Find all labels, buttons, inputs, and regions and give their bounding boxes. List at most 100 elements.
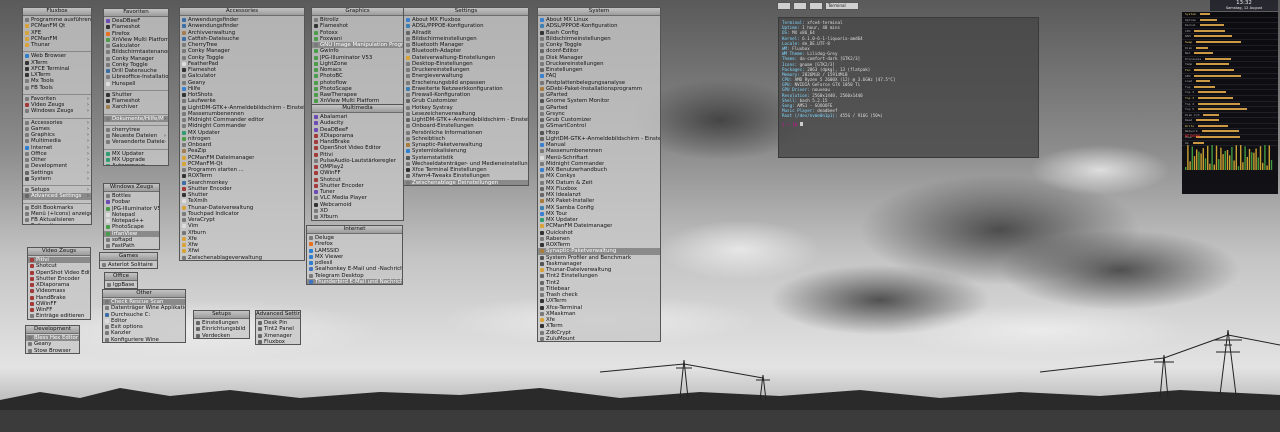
lock-icon	[540, 330, 544, 335]
network-graph-bar	[1202, 148, 1204, 170]
menu-item[interactable]: Exit options	[23, 223, 91, 224]
menu-item[interactable]: Konfiguriere Wine	[103, 337, 185, 342]
menu-item[interactable]: Zwischenablageverwaltung	[180, 255, 304, 260]
keyboard-icon	[106, 50, 110, 55]
conky-bar	[1196, 40, 1242, 43]
menu-item[interactable]: Asterlot Solitaire	[100, 262, 157, 268]
globe-icon	[25, 54, 29, 59]
network-graph-bar	[1264, 145, 1266, 170]
terminal-window[interactable]: Terminal: xfce4-terminal Uptime: 1 hour, …	[778, 17, 1039, 158]
menu-title[interactable]: Settings	[404, 8, 528, 16]
menu-title[interactable]: Windows Zeugs	[104, 184, 159, 192]
menu-item[interactable]: FastPath	[104, 243, 159, 249]
display-icon	[406, 36, 410, 41]
menu-item[interactable]: lgpBase	[105, 282, 137, 288]
games-icon	[102, 263, 106, 268]
menu-title[interactable]: Other	[103, 290, 185, 298]
network-graph-bar	[1198, 151, 1200, 170]
terminal-prompt-line[interactable]: [ ~ ]$	[779, 121, 1038, 127]
taskbar-item[interactable]	[777, 2, 791, 10]
conky-bar	[1199, 13, 1210, 15]
taskbar-item[interactable]	[809, 2, 823, 10]
image-icon	[314, 74, 318, 79]
image-icon	[314, 86, 318, 91]
graphics-icon	[314, 18, 318, 23]
image-icon	[314, 55, 318, 60]
network-graph-bar	[1242, 162, 1244, 170]
help-icon	[540, 168, 544, 173]
image-icon	[106, 231, 110, 236]
menu-item-label: Thunderbird E-Mail und Nachrichten	[315, 278, 402, 285]
menu-item[interactable]: Advanced Settings ›	[23, 193, 91, 200]
folder-icon	[25, 24, 29, 29]
menu-list: Deluge Firefox LAMSSID MX Viewer pdlesil Seal…	[307, 234, 402, 285]
menu-item[interactable]: Fluxbox	[256, 339, 300, 344]
update-icon	[106, 164, 110, 165]
menu-title[interactable]: Graphics	[312, 8, 403, 16]
menu-item-label: Advanced Settings	[31, 193, 82, 200]
printer-icon	[406, 68, 410, 73]
menu-item[interactable]: Zwischenablage Deinstellungen	[404, 179, 528, 186]
menu-item[interactable]: Veraenderte Dateien ›	[104, 139, 168, 145]
menu-window-advanced-settings: Advanced SettingsDesk PinTint2 PanelXmen…	[255, 310, 301, 345]
menu-item[interactable]: Dokumente/Hilfe/Manuals›	[104, 115, 168, 122]
menu-separator	[23, 182, 91, 186]
menu-title[interactable]: Favoriten	[104, 9, 168, 17]
system-icon	[540, 255, 544, 260]
network-graph-bar	[1259, 146, 1262, 170]
menu-item[interactable]: Verdecken	[194, 333, 249, 338]
menu-title[interactable]: Advanced Settings	[256, 311, 300, 319]
network-graph-bar	[1185, 167, 1187, 170]
menu-title[interactable]: Setups	[194, 311, 249, 319]
search-icon	[182, 18, 186, 23]
disk-icon	[540, 80, 544, 85]
menu-title[interactable]: Video Zeugs	[28, 248, 90, 256]
menu-item[interactable]: Stow Browser	[26, 348, 79, 353]
network-graph-bar	[1231, 146, 1233, 170]
folder-icon	[182, 236, 186, 241]
menu-item[interactable]: Xfburn	[312, 214, 403, 220]
settings-icon	[258, 327, 262, 332]
terminal-icon	[540, 324, 544, 329]
menu-item-label: Zwischenablage Deinstellungen	[412, 179, 499, 186]
menu-item-label: Xfburn	[320, 214, 338, 220]
dev-icon	[28, 348, 32, 353]
menu-title[interactable]: Games	[100, 253, 157, 261]
search-icon	[105, 312, 109, 317]
menu-title[interactable]: System	[538, 8, 660, 16]
taskbar-terminal[interactable]: Terminal	[825, 2, 859, 10]
folder-icon	[406, 55, 410, 60]
terminal-icon	[540, 30, 544, 35]
menu-title[interactable]: Internet	[307, 226, 402, 234]
video-icon	[314, 133, 318, 138]
menu-title[interactable]: Development	[26, 326, 79, 334]
camera-icon	[182, 93, 186, 98]
menu-title[interactable]: Fluxbox	[23, 8, 91, 16]
network-graph-bar	[1262, 162, 1264, 170]
conky-icon	[540, 43, 544, 48]
office-icon	[106, 75, 110, 80]
video-icon	[30, 270, 34, 275]
menu-title[interactable]: Multimedia	[312, 105, 403, 113]
taskbar-item[interactable]	[793, 2, 807, 10]
bookmark-icon	[25, 205, 29, 210]
search-icon	[182, 180, 186, 185]
menu-item[interactable]: Autoremove	[104, 163, 168, 165]
menu-title[interactable]: Office	[105, 273, 137, 281]
menu-separator	[23, 200, 91, 204]
settings-icon	[25, 170, 29, 175]
menu-item[interactable]: Thunderbird E-Mail und Nachrichten	[307, 278, 402, 285]
app-icon	[106, 237, 110, 242]
archive-icon	[182, 149, 186, 154]
menu-list: Check Rescue Scan Datenträger Wine Applik…	[103, 298, 185, 342]
network-graph-bar	[1207, 145, 1209, 170]
display-icon	[406, 61, 410, 66]
menu-list: Abalamari Audacity DeaDBeeF XDiaporama HandB…	[312, 113, 403, 220]
menu-item-label: Dokumente/Hilfe/Manuals	[112, 115, 164, 122]
menu-title[interactable]: Accessories	[180, 8, 304, 16]
menu-item[interactable]: ZuluMount	[538, 336, 660, 341]
conky-row-label: Fan	[1185, 67, 1191, 72]
terminal-icon	[25, 66, 29, 71]
camera-icon	[314, 202, 318, 207]
menu-item[interactable]: Einträge editieren	[28, 313, 90, 319]
